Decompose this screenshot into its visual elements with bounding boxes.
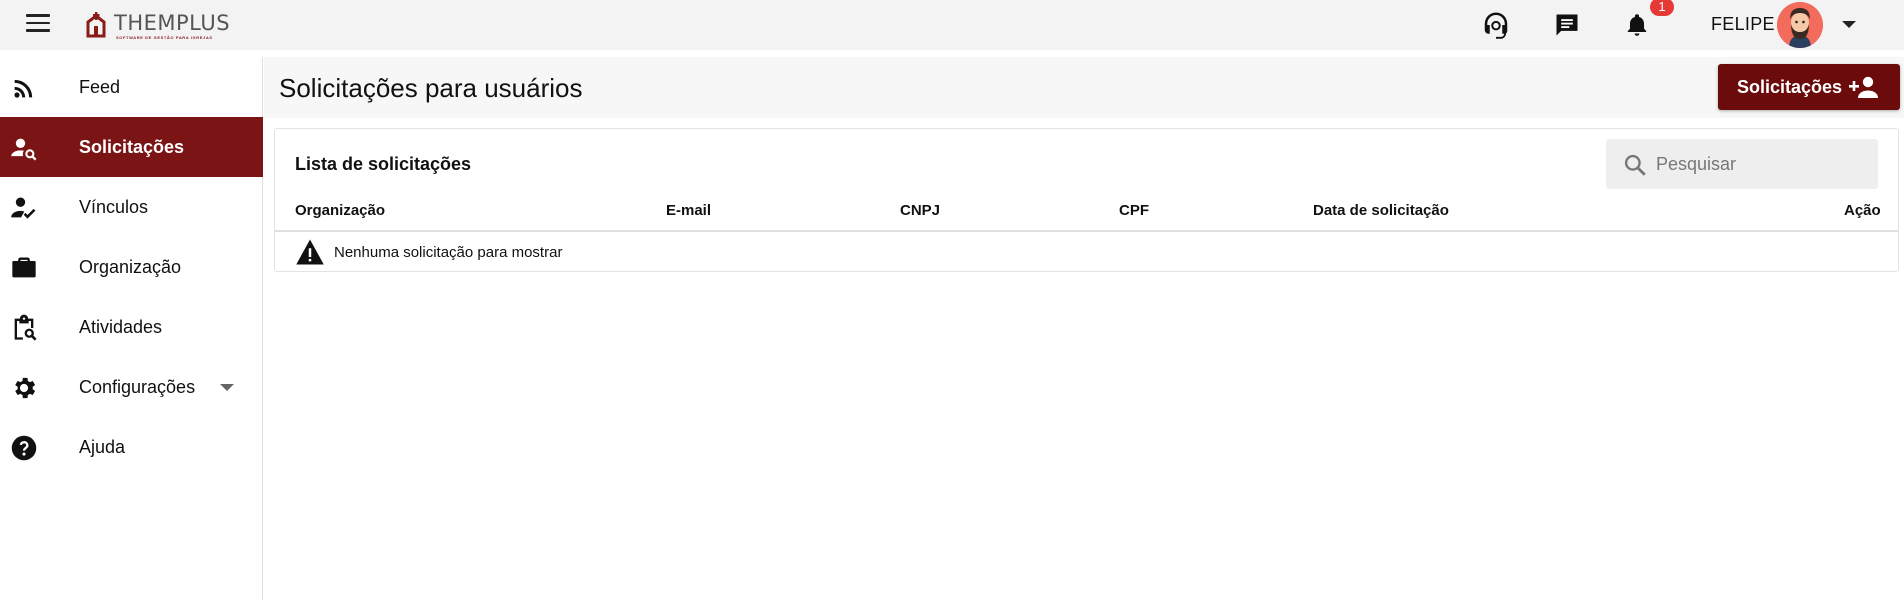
sidebar-item-label: Feed <box>79 76 121 97</box>
column-header-data-solicitacao[interactable]: Data de solicitação <box>1313 202 1449 219</box>
sidebar-item-organizacao[interactable]: Organização <box>0 237 263 297</box>
column-header-organizacao[interactable]: Organização <box>295 202 385 219</box>
sidebar-item-label: Solicitações <box>79 136 185 157</box>
sidebar-item-label: Vínculos <box>79 196 149 217</box>
column-header-cnpj[interactable]: CNPJ <box>900 202 940 219</box>
themplus-logo[interactable]: THEMPLUS SOFTWARE DE GESTÃO PARA IGREJAS <box>86 12 230 42</box>
bearded-man-avatar-icon <box>1777 2 1823 48</box>
chevron-down-icon[interactable] <box>220 384 234 391</box>
empty-message: Nenhuma solicitação para mostrar <box>334 243 563 261</box>
search-input[interactable] <box>1656 149 1866 179</box>
user-name[interactable]: FELIPE <box>1711 14 1775 35</box>
support-headset-icon[interactable] <box>1481 10 1511 40</box>
sidebar-item-solicitacoes[interactable]: Solicitações <box>0 117 263 177</box>
help-circle-icon <box>11 435 37 461</box>
logo-text: THEMPLUS <box>114 11 231 35</box>
person-search-icon <box>11 138 37 161</box>
solicitacoes-button-label: Solicitações <box>1737 77 1843 97</box>
logo-tagline: SOFTWARE DE GESTÃO PARA IGREJAS <box>116 35 213 40</box>
search-box[interactable] <box>1606 139 1878 189</box>
notifications-bell-icon[interactable] <box>1622 10 1652 40</box>
column-header-email[interactable]: E-mail <box>666 202 711 219</box>
empty-state-row: Nenhuma solicitação para mostrar <box>295 238 562 266</box>
card-title: Lista de solicitações <box>295 154 472 174</box>
column-header-acao: Ação <box>1844 202 1881 219</box>
table-header-divider <box>275 230 1898 232</box>
clipboard-search-icon <box>14 314 37 341</box>
church-logo-icon <box>86 12 106 38</box>
requests-card: Lista de solicitações Organização E-mail… <box>274 128 1899 272</box>
person-check-icon <box>11 197 36 219</box>
chevron-down-icon[interactable] <box>1842 21 1856 28</box>
chat-message-icon[interactable] <box>1552 10 1582 40</box>
sidebar-item-configuracoes[interactable]: Configurações <box>0 357 263 417</box>
notification-badge: 1 <box>1650 0 1674 16</box>
sidebar-item-atividades[interactable]: Atividades <box>0 297 263 357</box>
sidebar-item-label: Configurações <box>79 376 196 397</box>
sidebar-item-label: Ajuda <box>79 436 126 457</box>
sidebar-item-feed[interactable]: Feed <box>0 57 263 117</box>
sidebar-item-ajuda[interactable]: Ajuda <box>0 417 263 477</box>
sidebar: Feed Solicitações Vínculos Organização A… <box>0 57 263 600</box>
menu-icon[interactable] <box>26 14 50 34</box>
column-header-cpf[interactable]: CPF <box>1119 202 1149 219</box>
sidebar-item-label: Organização <box>79 256 182 277</box>
sidebar-item-vinculos[interactable]: Vínculos <box>0 177 263 237</box>
sidebar-item-label: Atividades <box>79 316 163 337</box>
rss-feed-icon <box>14 79 33 98</box>
gear-icon <box>15 377 36 399</box>
add-user-icon <box>1849 76 1878 98</box>
top-app-bar: THEMPLUS SOFTWARE DE GESTÃO PARA IGREJAS… <box>0 0 1904 50</box>
briefcase-icon <box>12 257 36 278</box>
page-header: Solicitações para usuários <box>264 57 1904 118</box>
avatar[interactable] <box>1777 2 1823 48</box>
page-title: Solicitações para usuários <box>279 73 583 103</box>
search-icon <box>1624 154 1646 176</box>
solicitacoes-button[interactable]: Solicitações <box>1718 64 1900 110</box>
warning-icon <box>296 239 324 265</box>
